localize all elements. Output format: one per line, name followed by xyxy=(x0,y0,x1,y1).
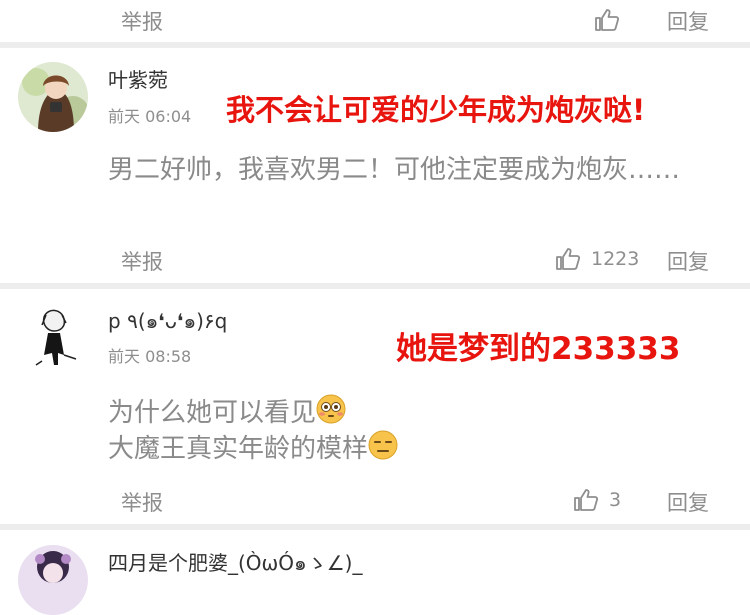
expressionless-face-icon xyxy=(368,430,398,460)
like-button[interactable]: 1223 xyxy=(555,247,639,271)
comment-text-span: 大魔王真实年龄的模样 xyxy=(108,434,369,464)
like-button[interactable] xyxy=(594,8,620,32)
reply-button[interactable]: 回复 xyxy=(667,10,709,34)
comment-username[interactable]: 叶紫菀 xyxy=(108,67,168,93)
reply-button[interactable]: 回复 xyxy=(667,250,709,274)
avatar-image xyxy=(18,545,88,615)
comment-timestamp: 前天 06:04 xyxy=(108,107,192,126)
overlay-annotation: 她是梦到的233333 xyxy=(396,331,681,367)
thumbs-up-icon xyxy=(574,489,599,511)
avatar[interactable] xyxy=(18,62,88,132)
report-button[interactable]: 举报 xyxy=(121,250,163,274)
overlay-annotation: 我不会让可爱的少年成为炮灰哒! xyxy=(226,93,646,127)
comment-text: 男二好帅，我喜欢男二！可他注定要成为炮灰…… xyxy=(108,155,681,185)
flushed-face-icon xyxy=(316,394,346,424)
comment-text-span: 为什么她可以看见 xyxy=(108,398,317,428)
thumbs-up-icon xyxy=(556,248,581,270)
avatar[interactable] xyxy=(18,545,88,615)
comment-text-line: 为什么她可以看见 xyxy=(108,394,698,430)
like-count: 1223 xyxy=(591,248,640,270)
report-button[interactable]: 举报 xyxy=(121,491,163,515)
reply-button[interactable]: 回复 xyxy=(667,491,709,515)
divider xyxy=(0,283,750,289)
divider xyxy=(0,42,750,48)
avatar[interactable] xyxy=(18,303,88,373)
comment-text: 为什么她可以看见 大魔王真实年龄的模样 xyxy=(108,394,698,466)
comment-timestamp: 前天 08:58 xyxy=(108,347,192,366)
avatar-image xyxy=(18,303,88,373)
thumbs-up-icon xyxy=(595,9,620,31)
report-button[interactable]: 举报 xyxy=(121,10,163,34)
avatar-image xyxy=(18,62,88,132)
comment-username[interactable]: 四月是个肥婆_(ÒωÓ๑ゝ∠)_ xyxy=(108,550,362,576)
like-button[interactable]: 3 xyxy=(573,488,621,512)
divider xyxy=(0,524,750,530)
comment-text-line: 大魔王真实年龄的模样 xyxy=(108,430,698,466)
comment-username[interactable]: p ٩(๑❛ᴗ❛๑)۶q xyxy=(108,308,227,334)
like-count: 3 xyxy=(609,489,622,511)
